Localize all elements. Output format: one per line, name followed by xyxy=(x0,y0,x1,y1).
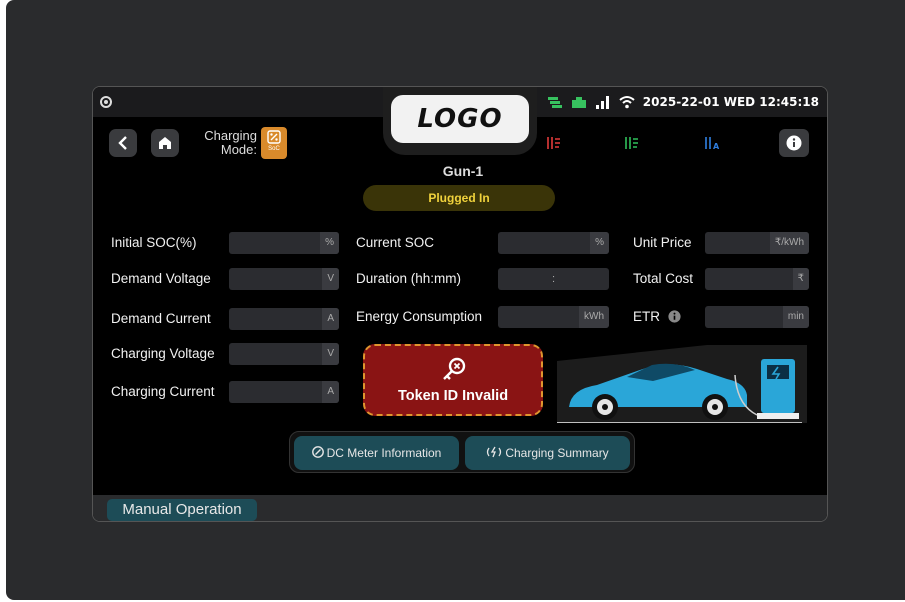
duration-field: : xyxy=(498,268,609,290)
unit-label: ₹/kWh xyxy=(769,232,809,254)
current-soc-field: % xyxy=(498,232,609,254)
status-icons: 2025-22-01 WED 12:45:18 xyxy=(547,93,819,111)
etr-label-text: ETR xyxy=(633,309,660,324)
unit-label: % xyxy=(590,232,609,254)
field-label-unit-price: Unit Price xyxy=(633,235,692,250)
hmi-screen: 2025-22-01 WED 12:45:18 LOGO Charging Mo… xyxy=(92,86,828,522)
etr-field: min xyxy=(705,306,809,328)
charging-mode-badge[interactable]: SoC xyxy=(261,127,287,159)
wifi-icon xyxy=(619,96,635,109)
info-icon[interactable] xyxy=(668,310,681,323)
charging-summary-icon xyxy=(487,446,502,458)
charging-mode-label: Charging Mode: xyxy=(204,128,257,157)
status-badge: Plugged In xyxy=(363,185,555,211)
unit-label: V xyxy=(322,343,339,365)
charging-voltage-field: V xyxy=(229,343,339,365)
field-label-charging-current: Charging Current xyxy=(111,384,215,399)
logo-tab: LOGO xyxy=(383,87,537,155)
gun-name: Gun-1 xyxy=(442,163,484,179)
field-label-etr: ETR xyxy=(633,309,681,324)
manual-operation-button[interactable]: Manual Operation xyxy=(107,499,257,521)
field-label-demand-current: Demand Current xyxy=(111,311,211,326)
initial-soc-field: % xyxy=(229,232,339,254)
field-label-duration: Duration (hh:mm) xyxy=(356,271,462,286)
unit-label: ₹ xyxy=(792,268,809,290)
field-label-energy-consumption: Energy Consumption xyxy=(356,309,483,324)
stack-icon xyxy=(547,97,562,108)
settings-dot-icon[interactable] xyxy=(100,96,112,108)
phase-red-icon xyxy=(547,137,560,149)
total-cost-field: ₹ xyxy=(705,268,809,290)
unit-label: A xyxy=(322,308,339,330)
info-button-group: DC Meter Information Charging Summary xyxy=(289,431,635,473)
charging-mode-badge-text: SoC xyxy=(268,146,280,152)
field-label-charging-voltage: Charging Voltage xyxy=(111,346,215,361)
key-invalid-icon xyxy=(443,357,466,380)
chevron-left-icon xyxy=(118,136,127,150)
home-icon xyxy=(159,137,171,149)
back-button[interactable] xyxy=(109,129,137,157)
field-label-initial-soc: Initial SOC(%) xyxy=(111,235,197,250)
status-datetime: 2025-22-01 WED 12:45:18 xyxy=(642,95,819,109)
field-label-total-cost: Total Cost xyxy=(633,271,694,286)
ev-charging-illustration xyxy=(557,345,807,423)
token-status-label: Token ID Invalid xyxy=(397,388,509,404)
dc-meter-info-button[interactable]: DC Meter Information xyxy=(294,436,459,470)
unit-label: A xyxy=(322,381,339,403)
charging-current-field: A xyxy=(229,381,339,403)
gauge-icon xyxy=(311,446,324,458)
unit-label: % xyxy=(320,232,339,254)
ethernet-icon xyxy=(571,97,586,108)
demand-voltage-field: V xyxy=(229,268,339,290)
phase-blue-icon: A xyxy=(705,137,720,151)
percent-icon xyxy=(267,130,281,144)
field-label-current-soc: Current SOC xyxy=(356,235,435,250)
info-button[interactable] xyxy=(779,129,809,157)
charging-summary-button[interactable]: Charging Summary xyxy=(465,436,630,470)
unit-label: V xyxy=(322,268,339,290)
phase-green-icon xyxy=(625,137,638,149)
unit-label: min xyxy=(782,306,809,328)
token-status-button[interactable]: Token ID Invalid xyxy=(363,344,543,416)
demand-current-field: A xyxy=(229,308,339,330)
energy-consumption-field: kWh xyxy=(498,306,609,328)
svg-text:A: A xyxy=(713,142,720,151)
unit-label: kWh xyxy=(579,306,609,328)
info-icon xyxy=(786,135,802,151)
logo: LOGO xyxy=(391,95,529,143)
charging-summary-label: Charging Summary xyxy=(505,446,609,460)
duration-value: : xyxy=(551,273,556,285)
home-button[interactable] xyxy=(151,129,179,157)
signal-icon xyxy=(595,96,609,109)
field-label-demand-voltage: Demand Voltage xyxy=(111,271,211,286)
dc-meter-info-label: DC Meter Information xyxy=(326,446,442,460)
unit-price-field: ₹/kWh xyxy=(705,232,809,254)
